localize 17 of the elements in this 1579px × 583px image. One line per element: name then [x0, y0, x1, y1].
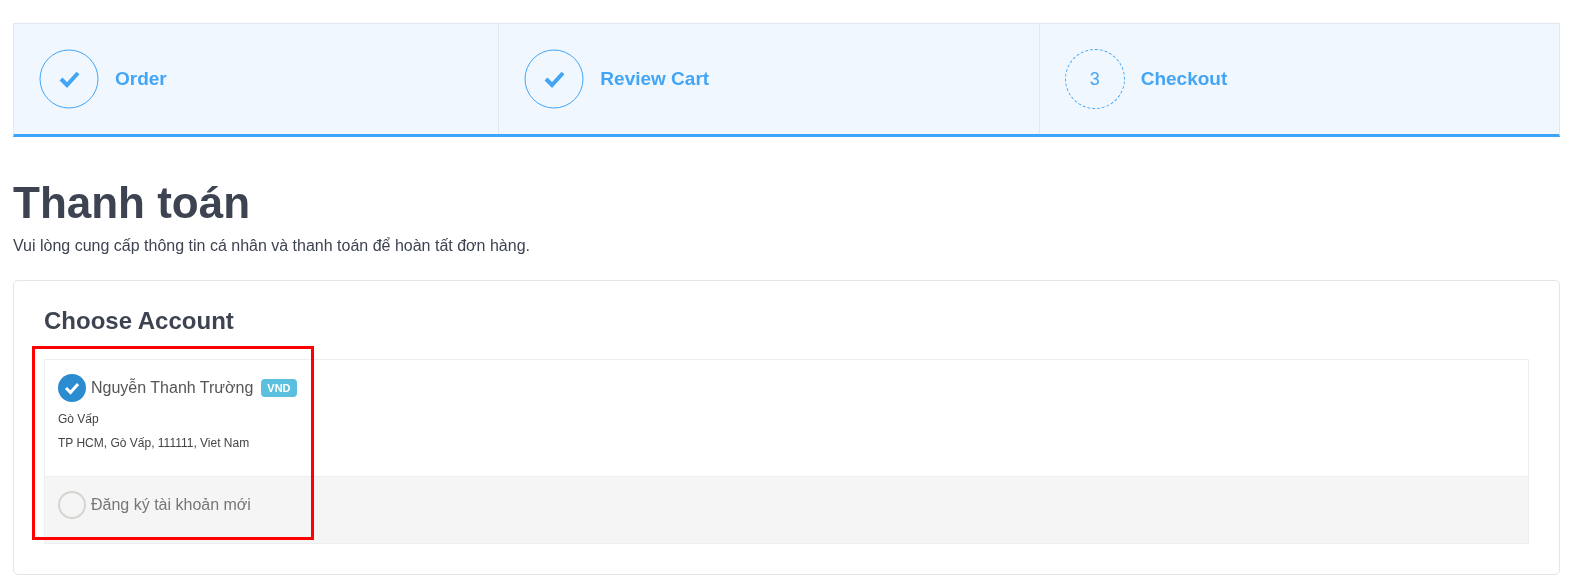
card-title: Choose Account: [44, 307, 235, 336]
option-name: Đăng ký tài khoản mới: [91, 496, 251, 515]
step-label: Checkout: [1140, 68, 1228, 90]
step-label: Review Cart: [600, 68, 710, 90]
radio-empty-icon[interactable]: [58, 491, 86, 520]
radio-checked-icon[interactable]: [58, 374, 86, 403]
address-line: Gò Vấp: [58, 412, 100, 427]
option-name: Nguyễn Thanh Trường: [91, 379, 254, 398]
account-option[interactable]: Đăng ký tài khoản mới: [45, 477, 1528, 544]
currency-badge: VND: [261, 379, 297, 398]
step-tab[interactable]: Review Cart: [499, 24, 1040, 134]
step-tab[interactable]: Order: [14, 24, 500, 134]
step-tab[interactable]: 3 Checkout: [1039, 24, 1559, 134]
address-line: TP HCM, Gò Vấp, 111111, Viet Nam: [58, 436, 251, 451]
page-subtitle: Vui lòng cung cấp thông tin cá nhân và thanh toán để hoàn tất đơn hàng.: [13, 237, 531, 256]
page-title: Thanh toán: [13, 179, 252, 228]
step-label: Order: [115, 68, 167, 90]
